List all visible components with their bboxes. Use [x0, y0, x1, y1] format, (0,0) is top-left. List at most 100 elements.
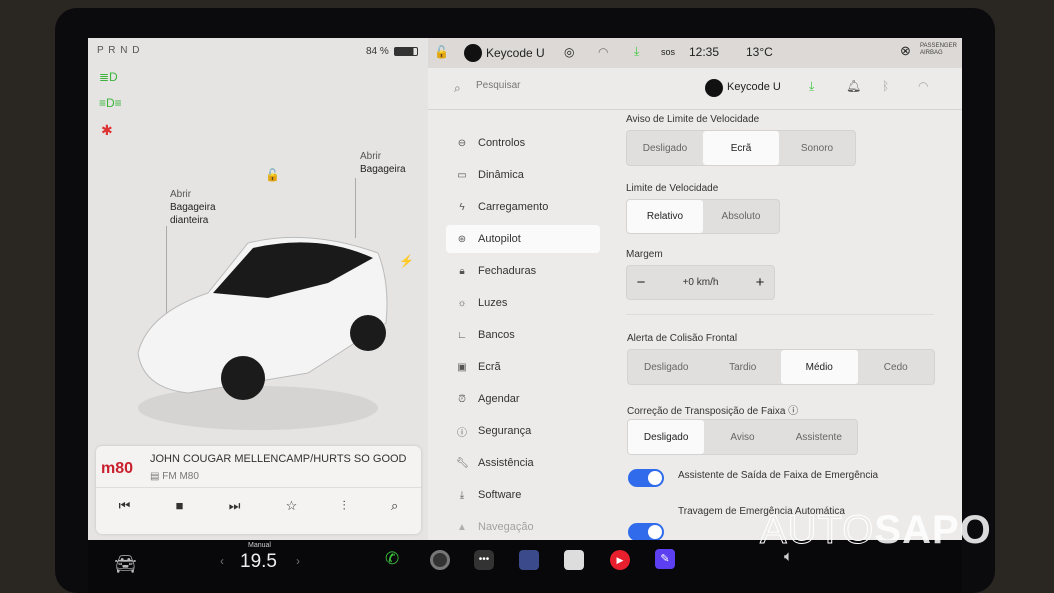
nav-item-bancos[interactable]: ∟ Bancos: [446, 321, 600, 349]
search-bar: ⌕ Keycode U ⤓ 🔔︎ ᛒ ◠: [428, 68, 962, 110]
lane-label-text: Correção de Transposição de Faixa: [627, 406, 786, 417]
airbag-label: AIRBAG: [920, 50, 943, 56]
temp-up-chevron[interactable]: ›: [296, 554, 300, 568]
download-icon[interactable]: ⤓: [809, 79, 814, 94]
temp-down-chevron[interactable]: ‹: [220, 554, 224, 568]
nav-item-segurança[interactable]: ⓘ Segurança: [446, 417, 600, 445]
wifi-icon: ◠: [598, 45, 609, 59]
option-tardio[interactable]: Tardio: [705, 350, 782, 384]
charge-port-icon[interactable]: ⚡: [399, 254, 414, 268]
clock-time: 12:35: [689, 45, 720, 59]
info-icon[interactable]: ⓘ: [788, 406, 798, 417]
airbag-off-icon: ⊗: [900, 43, 911, 58]
margin-decrease-button[interactable]: −: [627, 266, 655, 299]
nav-label: Ecrã: [478, 361, 501, 373]
option-cedo[interactable]: Cedo: [858, 350, 935, 384]
car-image: [137, 236, 388, 430]
option-absoluto[interactable]: Absoluto: [703, 200, 779, 233]
battery-icon: [394, 47, 418, 56]
speed-limit-label: Limite de Velocidade: [626, 183, 719, 194]
airbag-label: PASSENGER: [920, 43, 957, 49]
car-icon[interactable]: 🚘︎: [114, 554, 137, 575]
nav-item-assistência[interactable]: 🔧︎ Assistência: [446, 449, 600, 477]
divider: [96, 487, 421, 488]
music-app-icon[interactable]: ▶: [610, 550, 630, 570]
download-icon[interactable]: ⤓: [634, 44, 639, 59]
cabin-temperature[interactable]: 19.5: [240, 551, 277, 573]
unlock-icon[interactable]: 🔓: [265, 168, 280, 182]
nav-item-fechaduras[interactable]: 🔒︎ Fechaduras: [446, 257, 600, 285]
wrench-icon: 🔧︎: [456, 457, 469, 469]
speed-warning-selector: Desligado Ecrã Sonoro: [626, 130, 856, 166]
nav-item-carregamento[interactable]: ϟ Carregamento: [446, 193, 600, 221]
nav-item-agendar[interactable]: ⏰︎ Agendar: [446, 385, 600, 413]
emergency-lane-toggle[interactable]: [628, 469, 664, 487]
wifi-icon[interactable]: ◠: [918, 79, 928, 93]
parking-light-icon: ≡D≡: [99, 96, 122, 110]
navigation-app-icon[interactable]: [519, 550, 539, 570]
margin-value: +0 km/h: [682, 277, 719, 288]
profile-avatar[interactable]: [705, 79, 723, 97]
lane-departure-selector: Desligado Aviso Assistente: [627, 419, 858, 455]
nav-item-software[interactable]: ⤓ Software: [446, 481, 600, 509]
more-apps-icon[interactable]: •••: [474, 550, 494, 570]
media-search-icon[interactable]: ⌕: [391, 498, 398, 514]
gear-indicator: P R N D: [97, 45, 141, 56]
profile-name[interactable]: Keycode U: [727, 81, 781, 93]
nav-item-dinâmica[interactable]: ▭ Dinâmica: [446, 161, 600, 189]
equalizer-icon[interactable]: ⫶: [343, 498, 346, 514]
emergency-braking-toggle[interactable]: [628, 523, 664, 541]
option-médio[interactable]: Médio: [781, 350, 858, 384]
nav-label: Software: [478, 489, 522, 501]
nav-item-ecrã[interactable]: ▣ Ecrã: [446, 353, 600, 381]
open-frunk-button[interactable]: Abrir Bagageira dianteira: [170, 188, 216, 227]
media-player: m80 JOHN COUGAR MELLENCAMP/HURTS SO GOOD…: [96, 446, 421, 534]
speed-limit-selector: Relativo Absoluto: [626, 199, 780, 234]
nav-item-autopilot[interactable]: ⊛ Autopilot: [446, 225, 600, 253]
status-bar: 🔓 Keycode U ◎ ◠ ⤓ sos 12:35 13°C ⊗ PASSE…: [428, 38, 962, 68]
profile-name[interactable]: Keycode U: [486, 46, 545, 60]
profile-avatar[interactable]: [464, 44, 482, 62]
sos-icon[interactable]: sos: [661, 47, 675, 57]
lock-status-icon[interactable]: 🔓: [434, 45, 449, 59]
margin-stepper: − +0 km/h +: [626, 265, 775, 300]
steering-wheel-icon: ⊛: [457, 233, 467, 245]
nav-item-navegação[interactable]: ▲ Navegação: [446, 513, 600, 541]
search-input[interactable]: [476, 80, 676, 91]
option-desligado[interactable]: Desligado: [628, 350, 705, 384]
option-ecrã[interactable]: Ecrã: [703, 131, 779, 165]
nav-label: Agendar: [478, 393, 520, 405]
next-track-icon[interactable]: ⏭: [229, 498, 241, 514]
download-icon: ⤓: [459, 489, 465, 501]
stop-icon[interactable]: ■: [176, 498, 184, 514]
previous-track-icon[interactable]: ⏮: [119, 498, 131, 514]
karaoke-app-icon[interactable]: ✎: [655, 549, 675, 569]
option-sonoro[interactable]: Sonoro: [779, 131, 855, 165]
divider: [626, 314, 934, 315]
lock-icon: 🔒︎: [459, 265, 465, 277]
station-label: FM M80: [162, 471, 199, 482]
margin-increase-button[interactable]: +: [746, 266, 774, 299]
bluetooth-icon[interactable]: ᛒ: [882, 79, 889, 93]
nav-label: Dinâmica: [478, 169, 524, 181]
phone-icon[interactable]: ✆: [385, 549, 399, 569]
option-desligado[interactable]: Desligado: [628, 420, 705, 454]
calendar-app-icon[interactable]: [564, 550, 584, 570]
option-desligado[interactable]: Desligado: [627, 131, 703, 165]
toggle-icon: ⊖: [457, 137, 467, 149]
collision-label: Alerta de Colisão Frontal: [627, 333, 738, 344]
option-assistente[interactable]: Assistente: [781, 420, 857, 454]
passenger-airbag-status: PASSENGER AIRBAG: [920, 43, 957, 57]
notification-bell-icon[interactable]: 🔔︎: [846, 79, 861, 93]
open-trunk-button[interactable]: Abrir Bagageira: [360, 150, 406, 176]
option-aviso[interactable]: Aviso: [704, 420, 780, 454]
nav-label: Navegação: [478, 521, 534, 533]
nav-item-controlos[interactable]: ⊖ Controlos: [446, 129, 600, 157]
nav-label: Bancos: [478, 329, 515, 341]
camera-icon[interactable]: [430, 550, 450, 570]
option-relativo[interactable]: Relativo: [627, 200, 703, 233]
station-logo: m80: [101, 460, 134, 477]
favorite-star-icon[interactable]: ☆: [286, 498, 298, 514]
nav-item-luzes[interactable]: ☼ Luzes: [446, 289, 600, 317]
sentry-icon[interactable]: ◎: [564, 45, 574, 59]
